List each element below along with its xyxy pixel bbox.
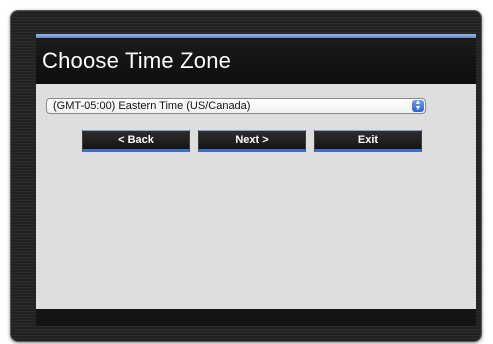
timezone-select-value: (GMT-05:00) Eastern Time (US/Canada) xyxy=(53,100,251,112)
timezone-select[interactable]: (GMT-05:00) Eastern Time (US/Canada) ▲ ▼ xyxy=(46,98,426,114)
page-title: Choose Time Zone xyxy=(42,48,232,73)
back-button[interactable]: < Back xyxy=(82,130,190,152)
select-arrows-icon: ▲ ▼ xyxy=(412,99,424,112)
next-button[interactable]: Next > xyxy=(198,130,306,152)
title-bar: Choose Time Zone xyxy=(36,38,476,84)
footer-bar xyxy=(36,309,476,326)
content-panel: (GMT-05:00) Eastern Time (US/Canada) ▲ ▼ … xyxy=(36,84,476,309)
exit-button[interactable]: Exit xyxy=(314,130,422,152)
